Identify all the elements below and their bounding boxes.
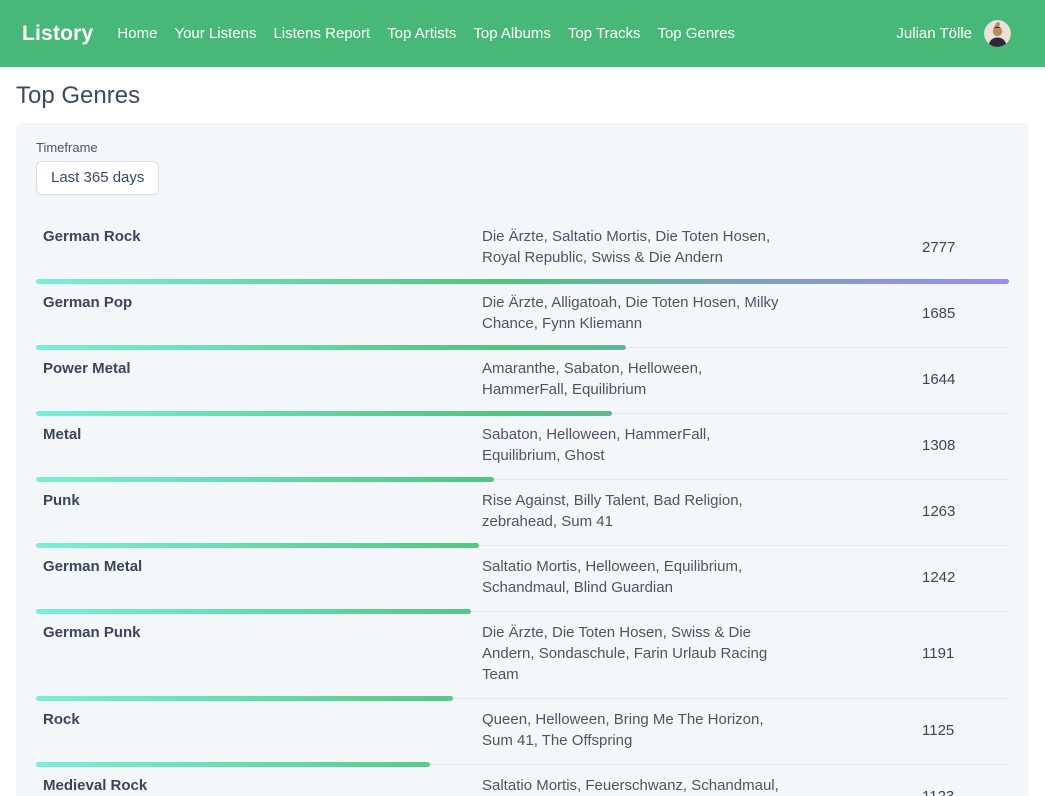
genre-artists: Sabaton, Helloween, HammerFall, Equilibr… (482, 424, 782, 466)
timeframe-select[interactable]: Last 365 days (36, 161, 159, 195)
genre-row: German Metal Saltatio Mortis, Helloween,… (36, 546, 1009, 612)
genre-table: German Rock Die Ärzte, Saltatio Mortis, … (36, 216, 1009, 796)
user-menu[interactable]: Julian Tölle (896, 20, 1011, 47)
genre-name: Rock (36, 709, 482, 728)
navbar: Listory Home Your Listens Listens Report To… (0, 0, 1045, 67)
genre-row: Power Metal Amaranthe, Sabaton, Hellowee… (36, 348, 1009, 414)
user-avatar-icon[interactable] (984, 20, 1011, 47)
genre-count: 1242 (922, 569, 1008, 586)
genre-count: 1263 (922, 503, 1008, 520)
genre-count: 1125 (922, 722, 1008, 739)
nav-item-top-artists[interactable]: Top Artists (387, 25, 456, 42)
genre-name: Power Metal (36, 358, 482, 377)
genre-row: Metal Sabaton, Helloween, HammerFall, Eq… (36, 414, 1009, 480)
page-title: Top Genres (16, 82, 1029, 110)
nav-item-listens-report[interactable]: Listens Report (273, 25, 370, 42)
nav-item-top-albums[interactable]: Top Albums (473, 25, 551, 42)
nav-links: Home Your Listens Listens Report Top Artist… (117, 25, 735, 42)
genre-name: German Pop (36, 292, 482, 311)
genre-artists: Die Ärzte, Alligatoah, Die Toten Hosen, … (482, 292, 782, 334)
genre-artists: Die Ärzte, Saltatio Mortis, Die Toten Ho… (482, 226, 782, 268)
genre-row: German Rock Die Ärzte, Saltatio Mortis, … (36, 216, 1009, 282)
genre-row: Punk Rise Against, Billy Talent, Bad Rel… (36, 480, 1009, 546)
genre-name: Punk (36, 490, 482, 509)
app-logo[interactable]: Listory (22, 22, 93, 46)
genre-name: German Metal (36, 556, 482, 575)
genre-row: Rock Queen, Helloween, Bring Me The Hori… (36, 699, 1009, 765)
timeframe-label: Timeframe (36, 140, 1009, 155)
nav-item-top-tracks[interactable]: Top Tracks (568, 25, 641, 42)
genre-count: 1191 (922, 645, 1008, 662)
genre-row: Medieval Rock Saltatio Mortis, Feuerschw… (36, 765, 1009, 796)
main-content: Top Genres Timeframe Last 365 days Germa… (0, 82, 1045, 796)
user-name[interactable]: Julian Tölle (896, 25, 972, 42)
genre-name: Medieval Rock (36, 775, 482, 794)
genre-count: 1644 (922, 371, 1008, 388)
genre-count: 1123 (922, 788, 1008, 796)
nav-item-home[interactable]: Home (117, 25, 157, 42)
genre-count: 2777 (922, 239, 1008, 256)
genre-row: German Punk Die Ärzte, Die Toten Hosen, … (36, 612, 1009, 699)
nav-item-your-listens[interactable]: Your Listens (174, 25, 256, 42)
genre-artists: Saltatio Mortis, Feuerschwanz, Schandmau… (482, 775, 782, 796)
genre-name: Metal (36, 424, 482, 443)
genre-artists: Amaranthe, Sabaton, Helloween, HammerFal… (482, 358, 782, 400)
nav-item-top-genres[interactable]: Top Genres (657, 25, 735, 42)
genre-count: 1685 (922, 305, 1008, 322)
genre-artists: Rise Against, Billy Talent, Bad Religion… (482, 490, 782, 532)
genre-name: German Punk (36, 622, 482, 641)
genre-artists: Saltatio Mortis, Helloween, Equilibrium,… (482, 556, 782, 598)
genre-count: 1308 (922, 437, 1008, 454)
genre-artists: Die Ärzte, Die Toten Hosen, Swiss & Die … (482, 622, 782, 685)
genre-artists: Queen, Helloween, Bring Me The Horizon, … (482, 709, 782, 751)
top-genres-card: Timeframe Last 365 days German Rock Die … (16, 123, 1029, 796)
genre-row: German Pop Die Ärzte, Alligatoah, Die To… (36, 282, 1009, 348)
genre-name: German Rock (36, 226, 482, 245)
